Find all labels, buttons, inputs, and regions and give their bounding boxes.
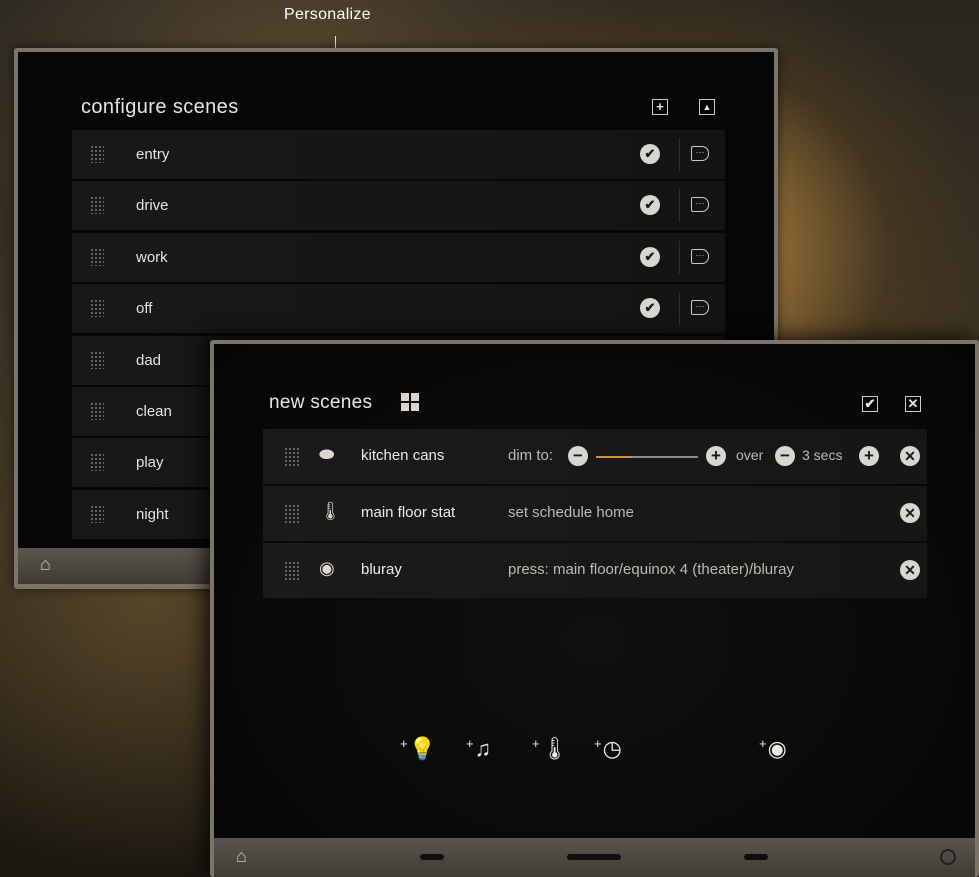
check-icon[interactable]: ✔ bbox=[640, 298, 660, 319]
scene-label: night bbox=[136, 505, 169, 523]
plus-icon: + bbox=[656, 99, 664, 114]
device-name: main floor stat bbox=[361, 504, 456, 521]
scene-row-off[interactable]: off ✔ ··· bbox=[72, 284, 725, 334]
scene-row-entry[interactable]: entry ✔ ··· bbox=[72, 130, 725, 179]
thermostat-icon: 🌡 bbox=[319, 501, 342, 521]
scene-label: drive bbox=[136, 197, 169, 215]
caption-personalize: Personalize bbox=[284, 6, 371, 23]
add-button-press-button[interactable]: +◉ bbox=[759, 736, 787, 762]
music-note-icon: ♫ bbox=[474, 736, 492, 761]
check-icon[interactable]: ✔ bbox=[640, 144, 660, 164]
hard-button-right[interactable] bbox=[744, 854, 768, 860]
row-divider bbox=[679, 189, 680, 223]
scene-label: play bbox=[136, 454, 164, 472]
ceiling-light-icon: ⬬ bbox=[319, 444, 335, 464]
drag-handle-icon[interactable] bbox=[284, 504, 300, 524]
hard-button-left[interactable] bbox=[420, 854, 444, 860]
duration-minus-button[interactable]: − bbox=[775, 446, 795, 466]
hard-button-center[interactable] bbox=[567, 854, 621, 860]
scene-label: dad bbox=[136, 351, 162, 369]
drag-handle-icon[interactable] bbox=[90, 350, 104, 369]
dim-slider-fill bbox=[596, 456, 632, 458]
add-prefix: + bbox=[594, 736, 602, 751]
add-prefix: + bbox=[532, 736, 540, 751]
remove-icon[interactable]: ✕ bbox=[900, 503, 920, 523]
drag-handle-icon[interactable] bbox=[90, 453, 104, 472]
collapse-button[interactable]: ▲ bbox=[699, 99, 715, 115]
add-light-button[interactable]: +💡 bbox=[400, 736, 436, 762]
drag-handle-icon[interactable] bbox=[90, 299, 104, 318]
action-row-main-floor-stat[interactable]: 🌡 main floor stat set schedule home ✕ bbox=[263, 486, 927, 541]
remove-icon[interactable]: ✕ bbox=[900, 560, 920, 580]
check-icon[interactable]: ✔ bbox=[640, 246, 660, 267]
check-icon[interactable]: ✔ bbox=[640, 195, 660, 216]
scene-label: work bbox=[136, 248, 168, 266]
device-name: bluray bbox=[361, 561, 402, 578]
close-icon: ✕ bbox=[907, 396, 919, 411]
scene-grid-icon[interactable] bbox=[401, 393, 419, 411]
scene-label: entry bbox=[136, 146, 170, 163]
new-scenes-screen: new scenes ✔ ✕ ⬬ kitchen cans dim to: − … bbox=[214, 344, 975, 838]
button-icon: ◉ bbox=[319, 558, 335, 578]
configure-scenes-title: configure scenes bbox=[81, 96, 239, 118]
front-bezel-bottom: ⌂ bbox=[214, 838, 975, 877]
scene-label: off bbox=[136, 300, 153, 318]
close-button[interactable]: ✕ bbox=[905, 396, 921, 412]
add-prefix: + bbox=[400, 736, 408, 751]
row-divider bbox=[679, 292, 680, 326]
drag-handle-icon[interactable] bbox=[90, 401, 104, 420]
action-description: press: main floor/equinox 4 (theater)/bl… bbox=[508, 561, 794, 578]
goto-scene-icon[interactable]: ··· bbox=[691, 248, 709, 264]
new-scenes-title: new scenes bbox=[269, 392, 373, 413]
scene-row-work[interactable]: work ✔ ··· bbox=[72, 232, 725, 282]
scene-label: clean bbox=[136, 402, 172, 420]
duration-value: 3 secs bbox=[802, 447, 843, 463]
scene-row-drive[interactable]: drive ✔ ··· bbox=[72, 181, 725, 231]
goto-scene-icon[interactable]: ··· bbox=[691, 146, 709, 161]
new-scenes-device: new scenes ✔ ✕ ⬬ kitchen cans dim to: − … bbox=[210, 340, 979, 877]
goto-scene-icon[interactable]: ··· bbox=[691, 300, 709, 316]
drag-handle-icon[interactable] bbox=[90, 504, 104, 523]
action-row-kitchen-cans[interactable]: ⬬ kitchen cans dim to: − + over − 3 secs… bbox=[263, 429, 927, 484]
thermometer-icon: 🌡 bbox=[540, 736, 569, 761]
checkbox-icon: ✔ bbox=[864, 396, 876, 411]
add-timer-button[interactable]: +◷ bbox=[594, 736, 622, 762]
dim-minus-button[interactable]: − bbox=[568, 446, 588, 466]
add-prefix: + bbox=[466, 736, 474, 751]
home-icon[interactable]: ⌂ bbox=[40, 554, 51, 575]
triangle-up-icon: ▲ bbox=[702, 102, 712, 112]
drag-handle-icon[interactable] bbox=[90, 247, 104, 266]
drag-handle-icon[interactable] bbox=[90, 145, 104, 163]
confirm-button[interactable]: ✔ bbox=[862, 396, 878, 412]
add-music-button[interactable]: +♫ bbox=[466, 736, 491, 762]
add-thermostat-button[interactable]: +🌡 bbox=[532, 736, 569, 762]
home-icon[interactable]: ⌂ bbox=[236, 846, 247, 867]
add-scene-button[interactable]: + bbox=[652, 99, 668, 115]
target-button-icon: ◉ bbox=[767, 736, 787, 761]
duration-plus-button[interactable]: + bbox=[859, 446, 879, 466]
add-prefix: + bbox=[759, 736, 767, 751]
goto-scene-icon[interactable]: ··· bbox=[691, 197, 709, 213]
drag-handle-icon[interactable] bbox=[284, 561, 300, 581]
row-divider bbox=[679, 240, 680, 274]
settings-ring-icon[interactable] bbox=[940, 849, 956, 865]
row-divider bbox=[679, 138, 680, 171]
drag-handle-icon[interactable] bbox=[90, 196, 104, 215]
dim-to-label: dim to: bbox=[508, 447, 554, 464]
device-name: kitchen cans bbox=[361, 447, 445, 464]
scene-action-list: ⬬ kitchen cans dim to: − + over − 3 secs… bbox=[263, 429, 927, 600]
drag-handle-icon[interactable] bbox=[284, 447, 300, 467]
action-description: set schedule home bbox=[508, 504, 634, 521]
dim-plus-button[interactable]: + bbox=[706, 446, 726, 466]
light-bulb-icon: 💡 bbox=[408, 736, 436, 761]
remove-icon[interactable]: ✕ bbox=[900, 446, 920, 466]
over-label: over bbox=[736, 447, 764, 463]
clock-icon: ◷ bbox=[602, 736, 622, 761]
action-row-bluray[interactable]: ◉ bluray press: main floor/equinox 4 (th… bbox=[263, 543, 927, 598]
